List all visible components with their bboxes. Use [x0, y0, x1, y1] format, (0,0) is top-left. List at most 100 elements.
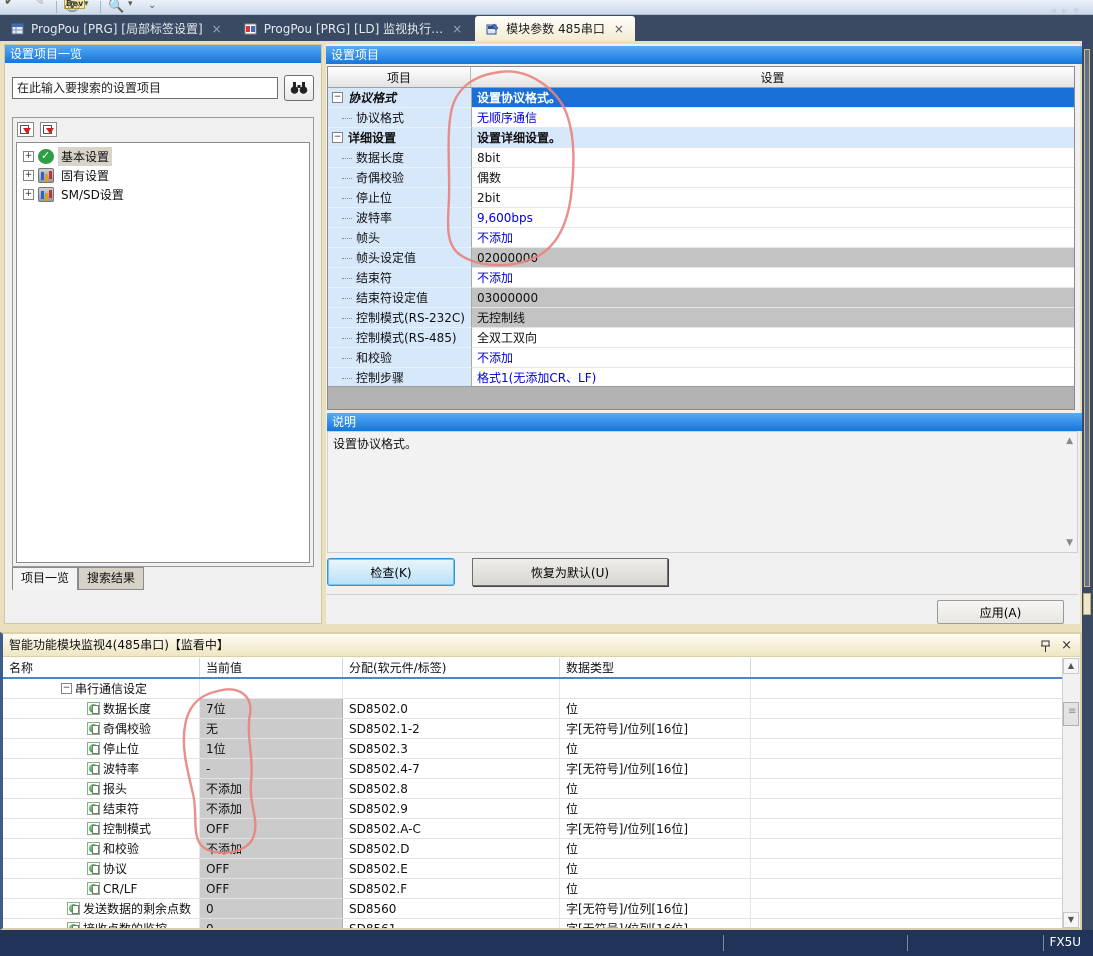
settings-row-5[interactable]: 停止位2bit [328, 188, 1074, 208]
setting-item-cell[interactable]: 奇偶校验 [328, 168, 471, 188]
tree-expander-icon[interactable]: + [23, 189, 34, 200]
setting-item-cell[interactable]: 和校验 [328, 348, 471, 368]
monitor-datatype-cell[interactable]: 字[无符号]/位列[16位] [560, 759, 751, 778]
tab-scroll-right-icon[interactable]: ▸ [1062, 4, 1074, 17]
settings-row-13[interactable]: 和校验不添加 [328, 348, 1074, 368]
setting-value-cell[interactable]: 无顺序通信 [471, 108, 1074, 128]
close-icon[interactable]: × [1061, 635, 1072, 657]
monitor-current-value-cell[interactable]: 0 [200, 899, 343, 918]
monitor-device-cell[interactable]: SD8502.3 [343, 739, 560, 758]
setting-item-cell[interactable]: −详细设置 [328, 128, 471, 148]
monitor-datatype-cell[interactable] [560, 679, 751, 698]
toolbar-zoom-device-icon[interactable]: 🔍 [108, 0, 124, 14]
settings-row-7[interactable]: 帧头不添加 [328, 228, 1074, 248]
monitor-name-cell[interactable]: CR/LF [3, 879, 200, 898]
monitor-name-cell[interactable]: 停止位 [3, 739, 200, 758]
setting-item-cell[interactable]: 帧头设定值 [328, 248, 471, 268]
monitor-name-cell[interactable]: −串行通信设定 [3, 679, 200, 698]
scroll-up-icon[interactable]: ▲ [1063, 658, 1079, 674]
settings-row-0[interactable]: −协议格式设置协议格式。 [328, 88, 1074, 108]
setting-item-cell[interactable]: 控制模式(RS-485) [328, 328, 471, 348]
tab-close-icon[interactable]: × [614, 22, 624, 36]
monitor-row-4[interactable]: 波特率-SD8502.4-7字[无符号]/位列[16位] [3, 759, 1063, 779]
monitor-name-cell[interactable]: 波特率 [3, 759, 200, 778]
monitor-row-7[interactable]: 控制模式OFFSD8502.A-C字[无符号]/位列[16位] [3, 819, 1063, 839]
setting-value-cell[interactable]: 格式1(无添加CR、LF) [471, 368, 1074, 388]
settings-row-9[interactable]: 结束符不添加 [328, 268, 1074, 288]
monitor-vertical-scrollbar[interactable]: ▲ ▼ [1062, 658, 1080, 928]
setting-value-cell[interactable]: 9,600bps [471, 208, 1074, 228]
tree-item-基本设置[interactable]: +基本设置 [19, 147, 307, 166]
setting-item-cell[interactable]: 协议格式 [328, 108, 471, 128]
setting-item-cell[interactable]: 波特率 [328, 208, 471, 228]
setting-item-cell[interactable]: 结束符 [328, 268, 471, 288]
apply-button[interactable]: 应用(A) [937, 600, 1064, 624]
setting-item-cell[interactable]: 帧头 [328, 228, 471, 248]
monitor-name-cell[interactable]: 奇偶校验 [3, 719, 200, 738]
docked-window-chip[interactable] [1083, 593, 1091, 615]
monitor-row-9[interactable]: 协议OFFSD8502.E位 [3, 859, 1063, 879]
monitor-current-value-cell[interactable]: 无 [200, 719, 343, 738]
monitor-device-cell[interactable]: SD8502.9 [343, 799, 560, 818]
monitor-device-cell[interactable]: SD8502.0 [343, 699, 560, 718]
monitor-row-5[interactable]: 报头不添加SD8502.8位 [3, 779, 1063, 799]
tree-expander-icon[interactable]: + [23, 170, 34, 181]
monitor-device-cell[interactable]: SD8502.A-C [343, 819, 560, 838]
monitor-name-cell[interactable]: 接收点数的监控 [3, 919, 200, 928]
monitor-datatype-cell[interactable]: 字[无符号]/位列[16位] [560, 899, 751, 918]
tab-scroll-left-icon[interactable]: ◂ [1050, 4, 1062, 17]
setting-value-cell[interactable]: 不添加 [471, 268, 1074, 288]
monitor-datatype-cell[interactable]: 位 [560, 799, 751, 818]
monitor-current-value-cell[interactable]: OFF [200, 819, 343, 838]
monitor-datatype-cell[interactable]: 位 [560, 699, 751, 718]
collapse-icon[interactable]: − [332, 132, 343, 143]
monitor-name-cell[interactable]: 结束符 [3, 799, 200, 818]
monitor-device-cell[interactable]: SD8502.D [343, 839, 560, 858]
tab-close-icon[interactable]: × [452, 22, 462, 36]
setting-value-cell[interactable]: 无控制线 [471, 308, 1074, 328]
expand-all-icon[interactable] [40, 122, 57, 137]
tree-item-固有设置[interactable]: +固有设置 [19, 166, 307, 185]
setting-value-cell[interactable]: 02000000 [471, 248, 1074, 268]
monitor-current-value-cell[interactable]: OFF [200, 879, 343, 898]
monitor-name-cell[interactable]: 协议 [3, 859, 200, 878]
setting-value-cell[interactable]: 8bit [471, 148, 1074, 168]
monitor-row-6[interactable]: 结束符不添加SD8502.9位 [3, 799, 1063, 819]
monitor-datatype-cell[interactable]: 位 [560, 859, 751, 878]
setting-item-cell[interactable]: 结束符设定值 [328, 288, 471, 308]
monitor-datatype-cell[interactable]: 位 [560, 839, 751, 858]
pin-icon[interactable] [1040, 638, 1052, 652]
collapse-all-icon[interactable] [17, 122, 34, 137]
settings-row-3[interactable]: 数据长度8bit [328, 148, 1074, 168]
settings-row-10[interactable]: 结束符设定值03000000 [328, 288, 1074, 308]
settings-row-8[interactable]: 帧头设定值02000000 [328, 248, 1074, 268]
monitor-datatype-cell[interactable]: 字[无符号]/位列[16位] [560, 819, 751, 838]
monitor-current-value-cell[interactable]: 7位 [200, 699, 343, 718]
monitor-name-cell[interactable]: 控制模式 [3, 819, 200, 838]
monitor-device-cell[interactable]: SD8502.8 [343, 779, 560, 798]
monitor-column-header-0[interactable]: 名称 [3, 658, 200, 677]
settings-row-2[interactable]: −详细设置设置详细设置。 [328, 128, 1074, 148]
monitor-row-2[interactable]: 奇偶校验无SD8502.1-2字[无符号]/位列[16位] [3, 719, 1063, 739]
left-panel-tab-0[interactable]: 项目一览 [12, 567, 78, 590]
monitor-device-cell[interactable]: SD8561 [343, 919, 560, 928]
setting-value-cell[interactable]: 03000000 [471, 288, 1074, 308]
search-input[interactable] [12, 77, 278, 99]
setting-value-cell[interactable]: 不添加 [471, 228, 1074, 248]
monitor-current-value-cell[interactable]: OFF [200, 859, 343, 878]
monitor-datatype-cell[interactable]: 位 [560, 779, 751, 798]
monitor-row-12[interactable]: 接收点数的监控0SD8561字[无符号]/位列[16位] [3, 919, 1063, 928]
toolbar-eye-icon[interactable]: 👁 [64, 0, 81, 15]
monitor-device-cell[interactable]: SD8502.4-7 [343, 759, 560, 778]
monitor-column-header-2[interactable]: 分配(软元件/标签) [343, 658, 560, 677]
setting-value-cell[interactable]: 设置详细设置。 [471, 128, 1074, 148]
tree-item-SM/SD设置[interactable]: +SM/SD设置 [19, 185, 307, 204]
tab-close-icon[interactable]: × [212, 22, 222, 36]
settings-row-12[interactable]: 控制模式(RS-485)全双工双向 [328, 328, 1074, 348]
settings-row-6[interactable]: 波特率9,600bps [328, 208, 1074, 228]
column-header-item[interactable]: 项目 [328, 67, 471, 87]
monitor-row-8[interactable]: 和校验不添加SD8502.D位 [3, 839, 1063, 859]
monitor-column-header-1[interactable]: 当前值 [200, 658, 343, 677]
monitor-name-cell[interactable]: 数据长度 [3, 699, 200, 718]
setting-value-cell[interactable]: 2bit [471, 188, 1074, 208]
